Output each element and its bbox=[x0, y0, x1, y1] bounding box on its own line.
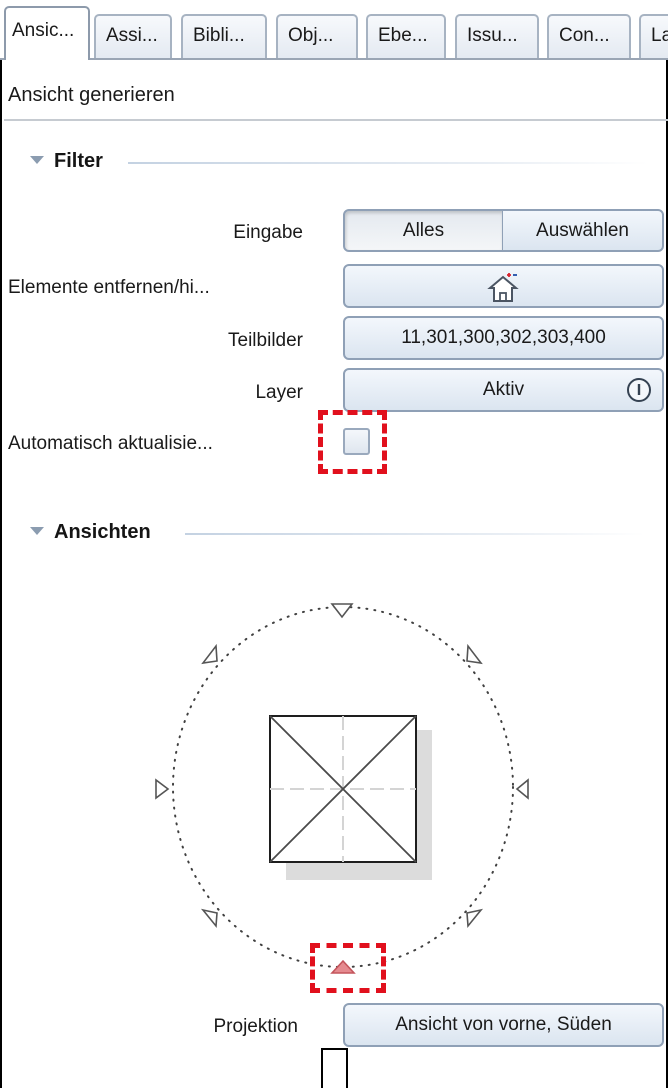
layer-label: Layer bbox=[255, 382, 303, 403]
highlight-frame bbox=[310, 943, 386, 993]
tab-layer[interactable]: Lay bbox=[639, 14, 668, 60]
elemente-label: Elemente entfernen/hi... bbox=[8, 277, 210, 298]
tab-connect[interactable]: Con... bbox=[547, 14, 631, 60]
projektion-label: Projektion bbox=[213, 1016, 299, 1037]
tab-objekte[interactable]: Obj... bbox=[276, 14, 358, 60]
eingabe-label: Eingabe bbox=[233, 222, 303, 243]
teilbilder-label: Teilbilder bbox=[228, 330, 303, 351]
tab-baseline bbox=[0, 58, 668, 60]
cursor-caret-box bbox=[321, 1048, 348, 1088]
eingabe-auswaehlen-button[interactable]: Auswählen bbox=[502, 209, 664, 252]
tab-bar: Ansic... Assi... Bibli... Obj... Ebe... … bbox=[0, 0, 668, 60]
ansichten-section-header[interactable]: Ansichten bbox=[30, 521, 151, 544]
elemente-entfernen-button[interactable] bbox=[343, 264, 664, 308]
tab-assistent[interactable]: Assi... bbox=[94, 14, 172, 60]
eingabe-alles-button[interactable]: Alles bbox=[343, 209, 503, 252]
teilbilder-button[interactable]: 11,301,300,302,303,400 bbox=[343, 316, 664, 360]
auto-update-label: Automatisch aktualisie... bbox=[8, 433, 213, 454]
house-add-remove-icon bbox=[487, 273, 519, 302]
filter-heading: Filter bbox=[54, 150, 103, 172]
panel-title: Ansicht generieren bbox=[8, 84, 175, 106]
section-rule bbox=[185, 533, 645, 535]
tab-issues[interactable]: Issu... bbox=[455, 14, 539, 60]
tab-ebenen[interactable]: Ebe... bbox=[366, 14, 446, 60]
tab-bibliothek[interactable]: Bibli... bbox=[181, 14, 267, 60]
filter-section-header[interactable]: Filter bbox=[30, 150, 103, 173]
info-icon[interactable] bbox=[626, 377, 652, 403]
collapse-triangle-icon bbox=[30, 155, 44, 164]
layer-value: Aktiv bbox=[482, 379, 525, 400]
highlight-frame bbox=[318, 410, 387, 474]
collapse-triangle-icon bbox=[30, 526, 44, 535]
ansichten-heading: Ansichten bbox=[54, 521, 151, 543]
projektion-button[interactable]: Ansicht von vorne, Süden bbox=[343, 1003, 664, 1047]
divider bbox=[4, 119, 668, 121]
layer-button[interactable]: Aktiv bbox=[343, 368, 664, 412]
section-rule bbox=[128, 162, 648, 164]
tab-ansicht[interactable]: Ansic... bbox=[4, 6, 90, 60]
